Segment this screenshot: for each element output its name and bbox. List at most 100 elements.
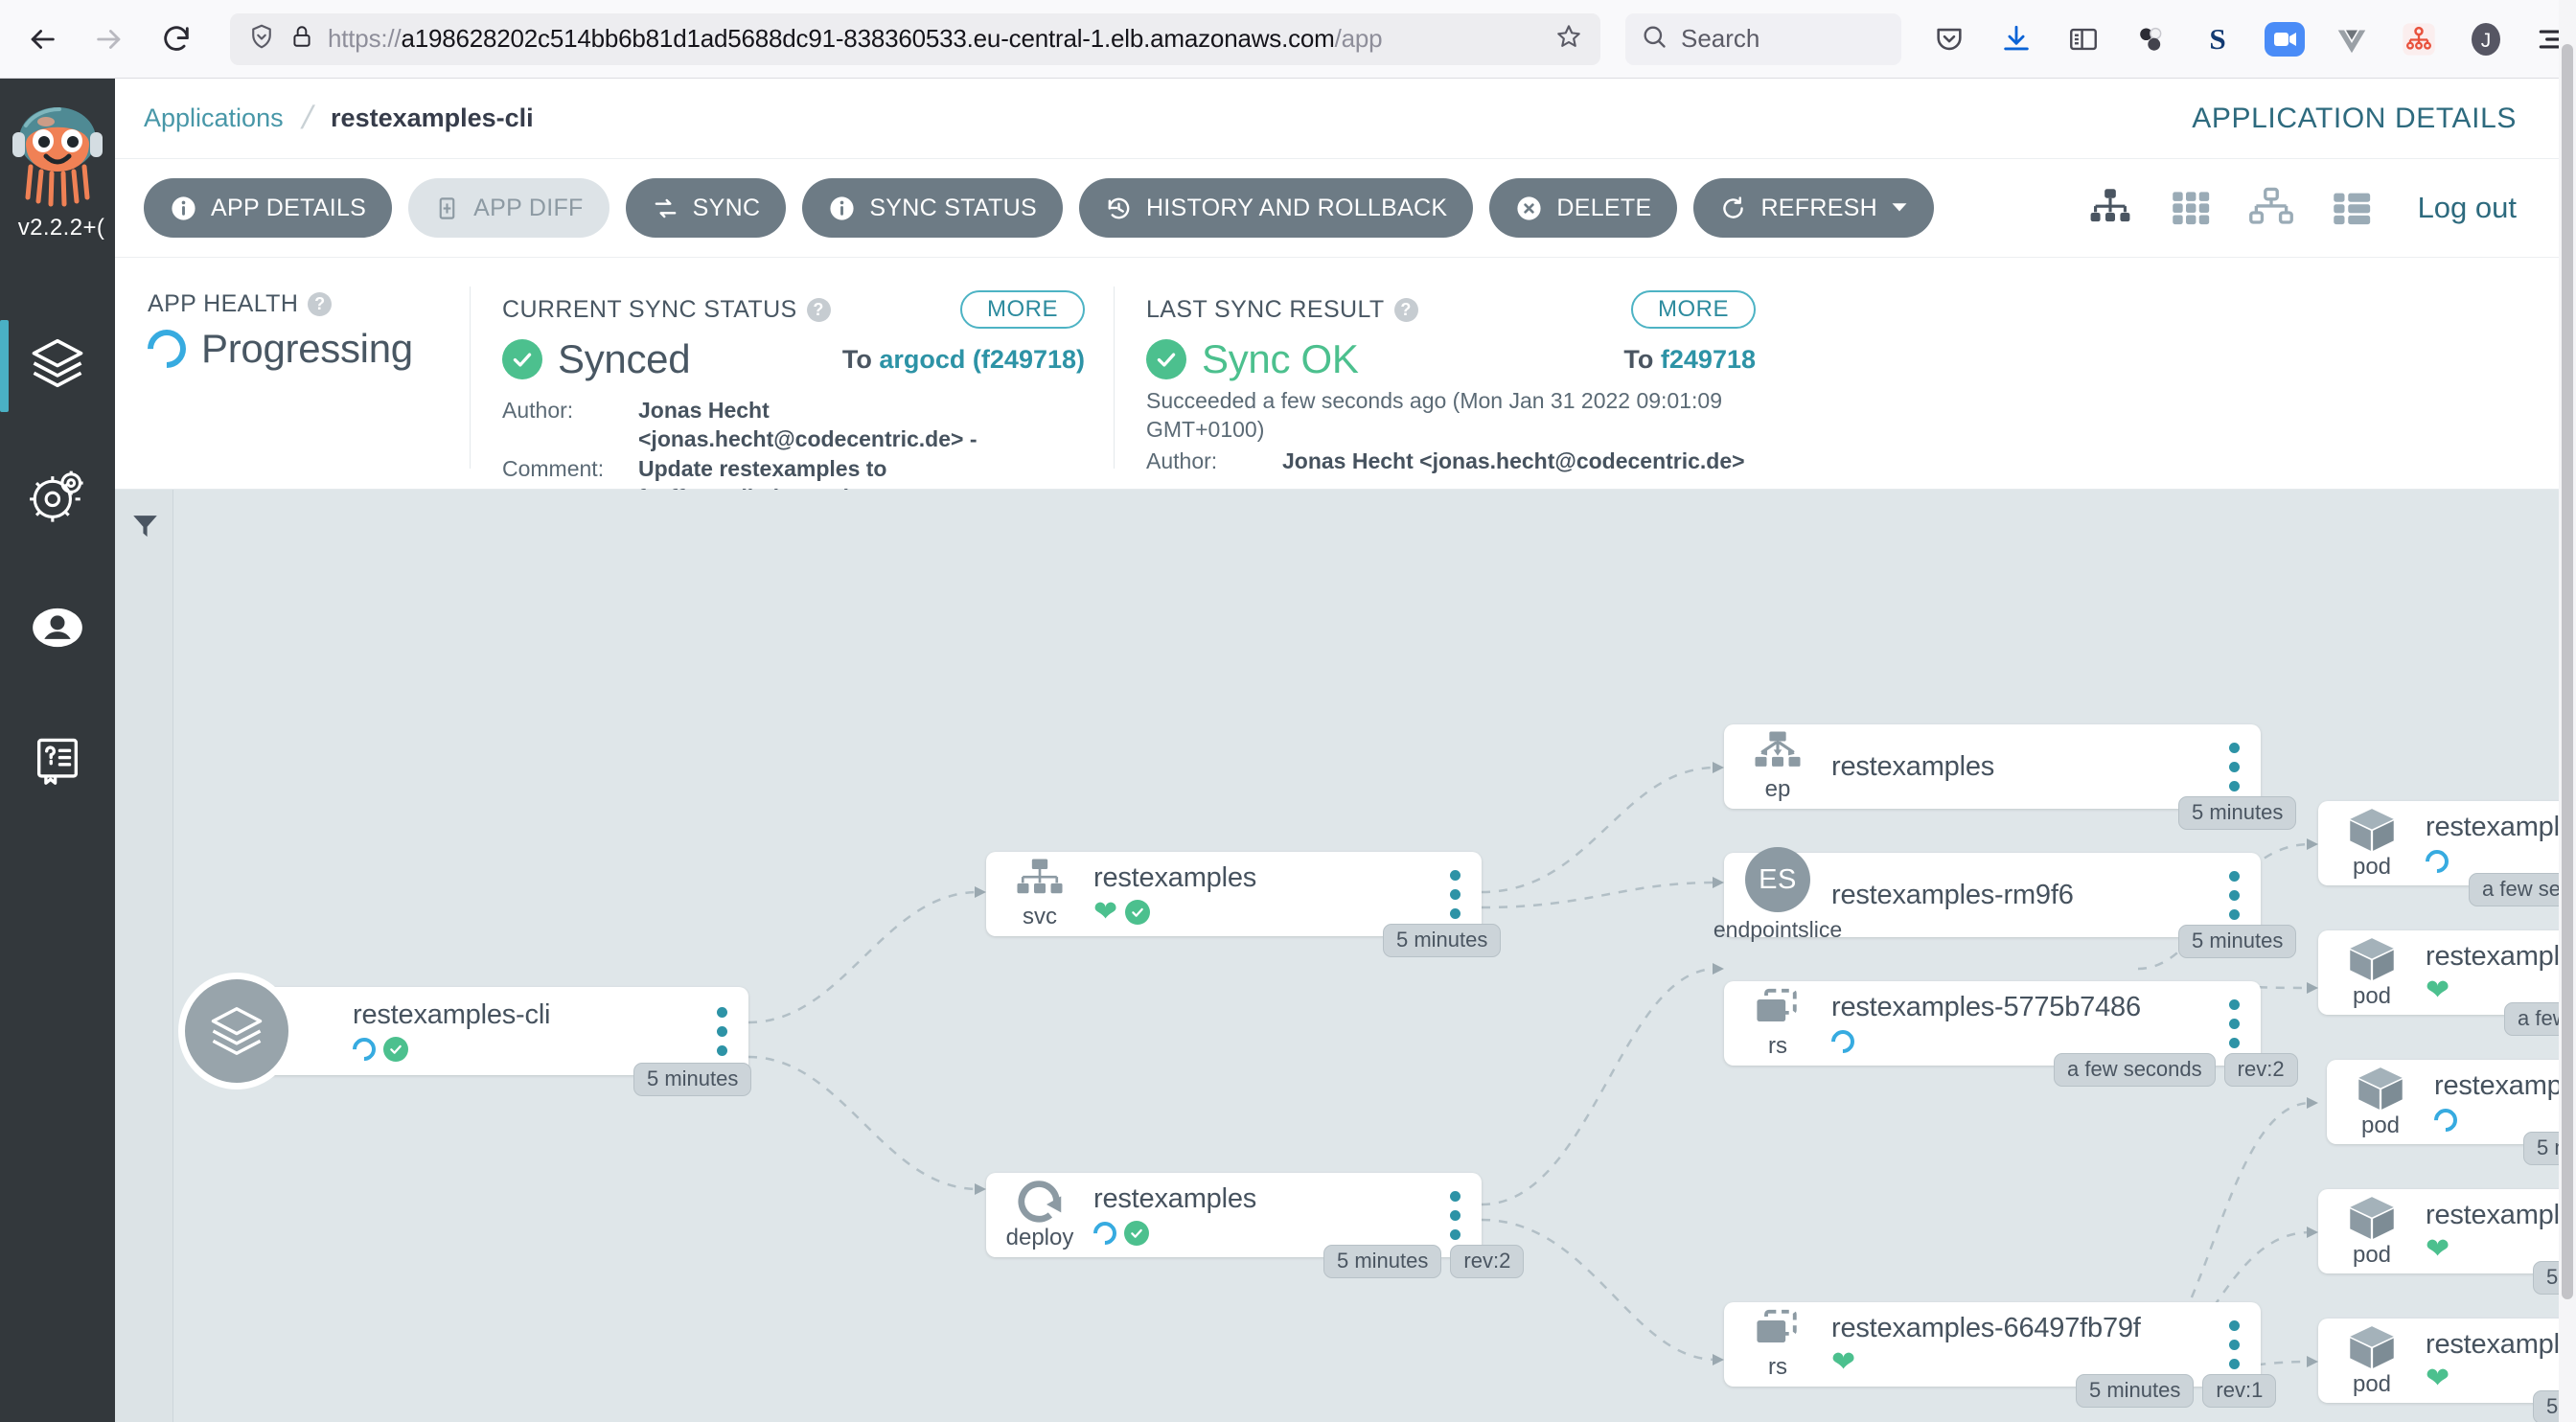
sync-status-button[interactable]: SYNC STATUS	[802, 178, 1063, 238]
progressing-spinner-icon	[348, 1033, 380, 1066]
sidebar-item-applications[interactable]	[0, 299, 115, 431]
pod-node-body: restexamples-6649 ❤	[2426, 1329, 2559, 1393]
logout-button[interactable]: Log out	[2418, 191, 2517, 225]
back-arrow-icon[interactable]	[21, 18, 63, 60]
tree-node-pod-5[interactable]: pod restexamples-6649 ❤	[2318, 1319, 2559, 1403]
node-badges: 5 minutes	[2178, 796, 2296, 830]
s-extension-icon[interactable]: S	[2195, 16, 2241, 62]
argocd-extension-icon[interactable]	[2396, 16, 2442, 62]
app-details-button-label: APP DETAILS	[211, 195, 366, 222]
page-scrollbar-thumb[interactable]	[2562, 44, 2573, 1299]
endpointslice-node-icon: ES endpointslice	[1724, 847, 1831, 943]
breadcrumb-applications-link[interactable]: Applications	[144, 103, 284, 133]
ep-node-icon: ep	[1724, 730, 1831, 803]
current-sync-revision-link[interactable]: argocd (f249718)	[879, 345, 1085, 374]
sync-button[interactable]: SYNC	[626, 178, 787, 238]
profile-avatar-icon[interactable]: J	[2463, 16, 2509, 62]
app-health-value-row: Progressing	[148, 326, 441, 372]
node-kind-label: ep	[1765, 776, 1791, 803]
browser-search-bar[interactable]: Search	[1625, 13, 1901, 65]
rs-node-body: restexamples-5775b7486	[1831, 992, 2207, 1056]
zoom-meeting-icon[interactable]	[2262, 16, 2308, 62]
current-sync-more-button[interactable]: MORE	[960, 290, 1085, 329]
downloads-icon[interactable]	[1993, 16, 2039, 62]
app-details-button[interactable]: APP DETAILS	[144, 178, 392, 238]
node-menu-button[interactable]	[1428, 870, 1482, 919]
forward-arrow-icon[interactable]	[88, 18, 130, 60]
node-badges: 5 minutes	[1383, 924, 1501, 957]
refresh-icon	[1719, 195, 1747, 222]
synced-check-icon	[1146, 339, 1186, 379]
filter-rail	[115, 490, 173, 1422]
lock-icon[interactable]	[289, 22, 314, 56]
history-and-rollback-button[interactable]: HISTORY AND ROLLBACK	[1079, 178, 1473, 238]
app-diff-button[interactable]: APP DIFF	[408, 178, 609, 238]
search-input[interactable]: Search	[1681, 24, 1760, 54]
last-sync-revision-link[interactable]: f249718	[1661, 345, 1756, 374]
node-badges: 5 minutes	[2178, 925, 2296, 958]
svc-node-body: restexamples ❤	[1093, 862, 1428, 927]
node-kind-label: pod	[2353, 1242, 2391, 1269]
node-kind-label: rs	[1768, 1354, 1787, 1381]
page-scrollbar[interactable]	[2559, 0, 2576, 1422]
current-sync-value-row: Synced To argocd (f249718)	[502, 336, 1085, 382]
shield-icon[interactable]	[247, 22, 276, 56]
url-host: a198628202c514bb6b81d1ad5688dc91-8383605…	[401, 24, 1334, 53]
help-icon[interactable]: ?	[807, 298, 831, 322]
vue-devtools-icon[interactable]	[2329, 16, 2375, 62]
last-sync-more-button[interactable]: MORE	[1631, 290, 1756, 329]
node-badges: 5 minutes rev:1	[2076, 1374, 2276, 1408]
sidebar-icon[interactable]	[2060, 16, 2106, 62]
filter-funnel-icon[interactable]	[130, 511, 160, 545]
node-menu-button[interactable]	[695, 1007, 748, 1056]
pod-node-body: restexamples-6649 ❤	[2426, 1200, 2559, 1264]
synced-check-icon	[502, 339, 542, 379]
help-icon[interactable]: ?	[1394, 298, 1418, 322]
node-status-icons	[2434, 1106, 2559, 1135]
node-title: restexamples-66497fb79f	[1831, 1313, 2196, 1344]
delete-icon	[1515, 195, 1543, 222]
node-kind-label: pod	[2353, 983, 2391, 1010]
last-sync-value-row: Sync OK To f249718	[1146, 336, 1756, 382]
url-text[interactable]: https://a198628202c514bb6b81d1ad5688dc91…	[328, 24, 1541, 54]
last-sync-target: To f249718	[1623, 345, 1756, 375]
sidebar-item-user-info[interactable]	[0, 563, 115, 696]
network-view-icon[interactable]	[2247, 184, 2295, 232]
info-icon	[170, 195, 197, 222]
list-view-icon[interactable]	[2328, 184, 2376, 232]
current-sync-author-row: Author: Jonas Hecht <jonas.hecht@codecen…	[502, 396, 1085, 454]
help-icon[interactable]: ?	[308, 292, 332, 316]
pod-node-body: restexamples-5775 ❤	[2426, 941, 2559, 1005]
molecule-icon[interactable]	[2128, 16, 2174, 62]
node-menu-button[interactable]	[2207, 1320, 2261, 1369]
last-sync-label: LAST SYNC RESULT	[1146, 296, 1385, 324]
pod-node-icon: pod	[2318, 806, 2426, 881]
refresh-button[interactable]: REFRESH	[1693, 178, 1934, 238]
synced-check-icon	[1124, 1221, 1149, 1246]
grid-view-icon[interactable]	[2167, 184, 2215, 232]
tree-view-icon[interactable]	[2086, 184, 2134, 232]
sidebar-item-settings[interactable]	[0, 431, 115, 563]
node-menu-button[interactable]	[2207, 999, 2261, 1048]
revision-badge: rev:2	[1450, 1245, 1524, 1278]
reload-icon[interactable]	[155, 18, 197, 60]
node-badges: 5 minutes	[633, 1063, 751, 1096]
pocket-icon[interactable]	[1926, 16, 1972, 62]
argocd-octopus-logo-icon[interactable]	[0, 79, 115, 222]
pod-node-body: restexamples-5775	[2426, 812, 2559, 876]
node-menu-button[interactable]	[2207, 871, 2261, 920]
page-title: APPLICATION DETAILS	[2192, 103, 2517, 135]
sidebar-item-documentation[interactable]	[0, 696, 115, 828]
star-icon[interactable]	[1554, 22, 1583, 56]
info-icon	[828, 195, 856, 222]
current-sync-label-row: CURRENT SYNC STATUS ? MORE	[502, 290, 1085, 329]
node-title: restexamples-rm9f6	[1831, 880, 2196, 911]
url-bar[interactable]: https://a198628202c514bb6b81d1ad5688dc91…	[230, 13, 1600, 65]
node-menu-button[interactable]	[1428, 1191, 1482, 1240]
delete-button[interactable]: DELETE	[1489, 178, 1677, 238]
tree-node-pod-4[interactable]: pod restexamples-6649 ❤	[2318, 1189, 2559, 1273]
gears-icon	[28, 466, 87, 530]
node-kind-label: rs	[1768, 1033, 1787, 1060]
node-menu-button[interactable]	[2207, 743, 2261, 791]
node-title: restexamples-6649	[2434, 1070, 2559, 1102]
